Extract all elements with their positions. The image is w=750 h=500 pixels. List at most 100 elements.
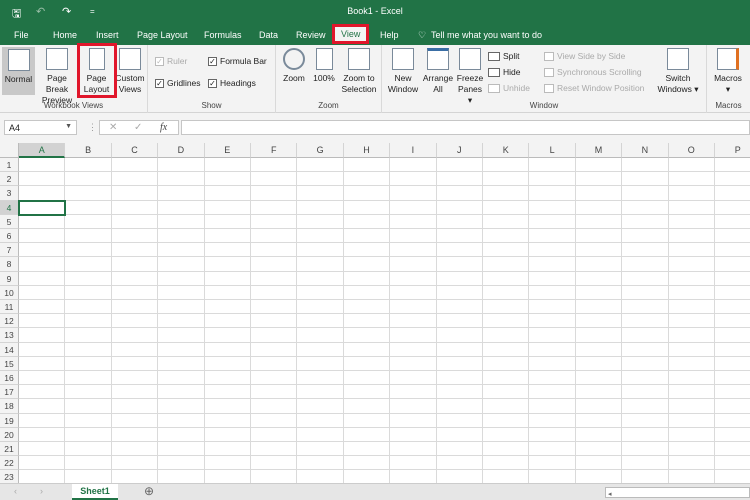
zoom-button[interactable]: Zoom	[280, 48, 308, 84]
scroll-right-icon[interactable]: ›	[40, 486, 43, 496]
column-header-K[interactable]: K	[483, 143, 530, 158]
scroll-left-icon[interactable]: ‹	[14, 486, 17, 496]
column-header-I[interactable]: I	[390, 143, 437, 158]
resize-handle[interactable]: ⋮	[88, 122, 97, 133]
row-header-4[interactable]: 4	[0, 200, 19, 215]
column-header-J[interactable]: J	[436, 143, 483, 158]
reset-window-position-button[interactable]: Reset Window Position	[544, 83, 644, 93]
custom-views-button[interactable]: Custom Views	[114, 48, 146, 95]
column-header-P[interactable]: P	[715, 143, 750, 158]
row-header-14[interactable]: 14	[0, 342, 19, 357]
new-window-button[interactable]: New Window	[385, 48, 421, 95]
column-header-F[interactable]: F	[251, 143, 298, 158]
horizontal-scrollbar[interactable]: ◂	[605, 487, 750, 498]
label: Reset Window Position	[557, 83, 645, 93]
zoom-100-button[interactable]: 100%	[311, 48, 337, 84]
arrange-all-button[interactable]: Arrange All	[421, 48, 455, 95]
column-header-B[interactable]: B	[65, 143, 112, 158]
unhide-button[interactable]: Unhide	[488, 83, 530, 93]
row-header-12[interactable]: 12	[0, 314, 19, 329]
row-header-7[interactable]: 7	[0, 243, 19, 258]
gridlines-checkbox[interactable]: ✓ Gridlines	[155, 78, 201, 88]
name-box[interactable]: A4 ▼	[4, 120, 77, 135]
row-header-8[interactable]: 8	[0, 257, 19, 272]
tab-review[interactable]: Review	[296, 30, 326, 40]
row-header-13[interactable]: 13	[0, 328, 19, 343]
chevron-down-icon[interactable]: ▼	[65, 123, 72, 130]
row-header-22[interactable]: 22	[0, 456, 19, 471]
tab-insert[interactable]: Insert	[96, 30, 119, 40]
column-header-H[interactable]: H	[343, 143, 391, 158]
row-header-16[interactable]: 16	[0, 371, 19, 386]
worksheet-grid[interactable]: A B C D E F G H I J K L M N O P 1 2 3 4 5 6 7 8 9 10 11 12 13 14 15 16 1…	[0, 143, 750, 483]
tab-view[interactable]: View	[331, 24, 370, 44]
row-header-19[interactable]: 19	[0, 413, 19, 428]
label: Arrange	[422, 73, 454, 83]
tab-formulas[interactable]: Formulas	[204, 30, 242, 40]
normal-view-button[interactable]: Normal	[2, 47, 35, 95]
group-workbook-views: Normal Page Break Preview Page Layout Cus…	[0, 45, 148, 113]
select-all-button[interactable]	[0, 143, 19, 158]
row-header-17[interactable]: 17	[0, 385, 19, 400]
gridline	[574, 158, 576, 483]
row-header-10[interactable]: 10	[0, 285, 19, 300]
row-header-15[interactable]: 15	[0, 356, 19, 371]
magnifier-icon	[283, 48, 305, 70]
row-header-20[interactable]: 20	[0, 427, 19, 442]
row-header-18[interactable]: 18	[0, 399, 19, 414]
column-header-O[interactable]: O	[668, 143, 715, 158]
row-header-5[interactable]: 5	[0, 214, 19, 229]
column-header-G[interactable]: G	[297, 143, 344, 158]
row-header-9[interactable]: 9	[0, 271, 19, 286]
column-header-L[interactable]: L	[529, 143, 576, 158]
gridline	[19, 469, 750, 471]
tab-data[interactable]: Data	[259, 30, 278, 40]
row-header-2[interactable]: 2	[0, 172, 19, 187]
split-button[interactable]: Split	[488, 51, 520, 61]
switch-windows-button[interactable]: Switch Windows ▾	[654, 48, 702, 95]
label: View Side by Side	[557, 51, 626, 61]
row-header-3[interactable]: 3	[0, 186, 19, 201]
row-header-23[interactable]: 23	[0, 470, 19, 483]
column-header-E[interactable]: E	[204, 143, 251, 158]
ribbon: Normal Page Break Preview Page Layout Cus…	[0, 43, 750, 113]
synchronous-scrolling-button[interactable]: Synchronous Scrolling	[544, 67, 642, 77]
column-header-C[interactable]: C	[111, 143, 159, 158]
tab-help[interactable]: Help	[380, 30, 399, 40]
tab-page-layout[interactable]: Page Layout	[137, 30, 188, 40]
page-break-preview-button[interactable]: Page Break Preview	[36, 48, 78, 106]
hide-button[interactable]: Hide	[488, 67, 520, 77]
scroll-left-arrow-icon[interactable]: ◂	[606, 491, 612, 498]
cancel-icon[interactable]: ✕	[109, 122, 117, 133]
zoom-to-selection-button[interactable]: Zoom to Selection	[338, 48, 380, 95]
gridline	[19, 284, 750, 286]
row-header-1[interactable]: 1	[0, 158, 19, 173]
row-header-11[interactable]: 11	[0, 300, 19, 315]
tab-home[interactable]: Home	[53, 30, 77, 40]
enter-icon[interactable]: ✓	[134, 122, 142, 133]
row-header-21[interactable]: 21	[0, 442, 19, 457]
gridline	[342, 158, 344, 483]
gridline	[157, 158, 159, 483]
view-side-by-side-button[interactable]: View Side by Side	[544, 51, 625, 61]
label: Hide	[503, 67, 521, 77]
tell-me-search[interactable]: Tell me what you want to do	[431, 30, 542, 40]
formula-bar-checkbox[interactable]: ✓ Formula Bar	[208, 56, 267, 66]
gridline	[19, 455, 750, 457]
tab-file[interactable]: File	[14, 30, 29, 40]
label: 100%	[313, 73, 335, 83]
add-sheet-icon[interactable]: ⊕	[144, 484, 154, 498]
insert-function-icon[interactable]: fx	[160, 122, 167, 133]
ruler-checkbox[interactable]: ✓ Ruler	[155, 56, 187, 66]
freeze-panes-button[interactable]: Freeze Panes ▾	[455, 48, 485, 106]
formula-input[interactable]	[181, 120, 750, 135]
macros-button[interactable]: Macros ▾	[709, 48, 747, 95]
column-header-D[interactable]: D	[158, 143, 205, 158]
sheet-tab-sheet1[interactable]: Sheet1	[72, 484, 118, 500]
selected-cell-a4[interactable]	[18, 199, 67, 216]
headings-checkbox[interactable]: ✓ Headings	[208, 78, 256, 88]
column-header-N[interactable]: N	[622, 143, 669, 158]
column-header-A[interactable]: A	[19, 143, 66, 158]
column-header-M[interactable]: M	[575, 143, 623, 158]
row-header-6[interactable]: 6	[0, 229, 19, 244]
